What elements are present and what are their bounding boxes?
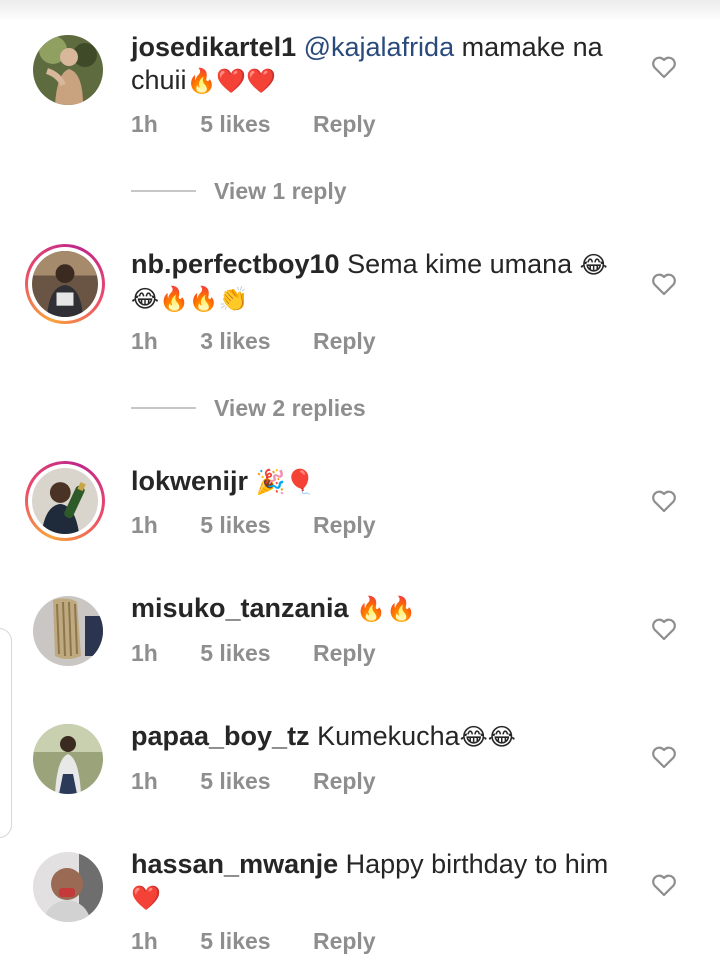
avatar-image — [32, 251, 98, 317]
comment-username[interactable]: lokwenijr — [131, 466, 248, 496]
comment-meta: 1h 3 likes Reply — [131, 328, 412, 355]
comment-reply-button[interactable]: Reply — [313, 512, 376, 538]
comment-body: Happy birthday to him — [338, 849, 609, 879]
comment-body: Kumekucha — [309, 721, 460, 751]
avatar-with-story-ring[interactable] — [25, 244, 105, 324]
comment-time: 1h — [131, 928, 158, 954]
comment-time: 1h — [131, 512, 158, 538]
comment-emojis: 🔥❤️❤️ — [186, 67, 277, 95]
heart-outline-icon[interactable] — [651, 617, 677, 641]
comment-time: 1h — [131, 768, 158, 794]
comment-text: hassan_mwanje Happy birthday to him ❤️ — [131, 848, 631, 915]
comment-meta: 1h 5 likes Reply — [131, 768, 412, 795]
comment-username[interactable]: hassan_mwanje — [131, 849, 338, 879]
comment-meta: 1h 5 likes Reply — [131, 111, 412, 138]
avatar-image — [32, 468, 98, 534]
avatar[interactable] — [33, 596, 103, 666]
comment-likes[interactable]: 5 likes — [200, 768, 270, 794]
comment-emojis: 😂😂 — [459, 723, 516, 751]
comment-body — [248, 466, 256, 496]
comment-emojis: 🎉🎈 — [255, 468, 316, 496]
heart-outline-icon[interactable] — [651, 272, 677, 296]
avatar[interactable] — [33, 35, 103, 105]
comment-text: misuko_tanzania 🔥🔥 — [131, 592, 631, 626]
comment-likes[interactable]: 3 likes — [200, 328, 270, 354]
avatar-image — [33, 852, 103, 922]
heart-outline-icon[interactable] — [651, 489, 677, 513]
view-replies-label[interactable]: View 1 reply — [214, 178, 347, 205]
heart-outline-icon[interactable] — [651, 55, 677, 79]
comment-time: 1h — [131, 328, 158, 354]
comment-text: nb.perfectboy10 Sema kime umana 😂😂🔥🔥👏 — [131, 248, 631, 316]
heart-outline-icon[interactable] — [651, 745, 677, 769]
comment-time: 1h — [131, 640, 158, 666]
comment-text: lokwenijr 🎉🎈 — [131, 465, 631, 499]
reply-divider — [131, 407, 196, 409]
comment-meta: 1h 5 likes Reply — [131, 928, 412, 955]
comment-reply-button[interactable]: Reply — [313, 768, 376, 794]
comment-username[interactable]: papaa_boy_tz — [131, 721, 310, 751]
comment-likes[interactable]: 5 likes — [200, 640, 270, 666]
comment-reply-button[interactable]: Reply — [313, 111, 376, 137]
comment-time: 1h — [131, 111, 158, 137]
avatar-image — [33, 724, 103, 794]
comment-reply-button[interactable]: Reply — [313, 328, 376, 354]
avatar-image — [33, 35, 103, 105]
avatar-image — [33, 596, 103, 666]
comment-emojis: 🔥🔥 — [356, 595, 416, 623]
comment-text: papaa_boy_tz Kumekucha😂😂 — [131, 720, 631, 754]
avatar[interactable] — [33, 852, 103, 922]
comment-body: Sema kime umana — [339, 249, 580, 279]
comment-likes[interactable]: 5 likes — [200, 111, 270, 137]
comment-emojis: ❤️ — [131, 884, 161, 912]
heart-outline-icon[interactable] — [651, 873, 677, 897]
comment-mention[interactable]: @kajalafrida — [304, 32, 454, 62]
side-panel-edge — [0, 628, 12, 838]
comment-meta: 1h 5 likes Reply — [131, 640, 412, 667]
avatar-with-story-ring[interactable] — [25, 461, 105, 541]
view-replies-label[interactable]: View 2 replies — [214, 395, 366, 422]
comment-username[interactable]: misuko_tanzania — [131, 593, 349, 623]
comment-body — [349, 593, 357, 623]
top-shadow — [0, 0, 720, 22]
comment-reply-button[interactable]: Reply — [313, 928, 376, 954]
comment-meta: 1h 5 likes Reply — [131, 512, 412, 539]
comment-likes[interactable]: 5 likes — [200, 512, 270, 538]
comment-username[interactable]: nb.perfectboy10 — [131, 249, 340, 279]
avatar[interactable] — [33, 724, 103, 794]
reply-divider — [131, 190, 196, 192]
comment-reply-button[interactable]: Reply — [313, 640, 376, 666]
comment-text: josedikartel1 @kajalafrida mamake na chu… — [131, 31, 631, 98]
comment-likes[interactable]: 5 likes — [200, 928, 270, 954]
comment-username[interactable]: josedikartel1 — [131, 32, 296, 62]
